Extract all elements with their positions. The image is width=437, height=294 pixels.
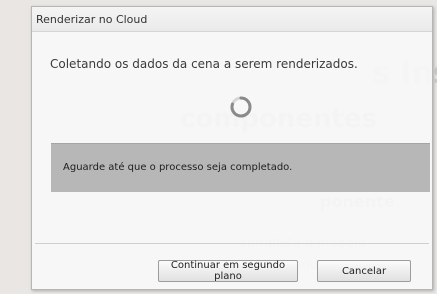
dialog-divider (35, 243, 429, 244)
continue-in-background-button[interactable]: Continuar em segundo plano (158, 260, 298, 282)
loading-spinner-icon (228, 94, 254, 120)
status-text: Coletando os dados da cena a serem rende… (50, 57, 358, 71)
wait-message: Aguarde até que o processo seja completa… (63, 162, 293, 173)
render-cloud-dialog: Renderizar no Cloud Coletando os dados d… (31, 6, 433, 290)
cancel-button[interactable]: Cancelar (317, 260, 411, 282)
dialog-titlebar: Renderizar no Cloud (32, 7, 432, 32)
dialog-title: Renderizar no Cloud (36, 13, 148, 26)
message-panel: Aguarde até que o processo seja completa… (51, 143, 430, 192)
